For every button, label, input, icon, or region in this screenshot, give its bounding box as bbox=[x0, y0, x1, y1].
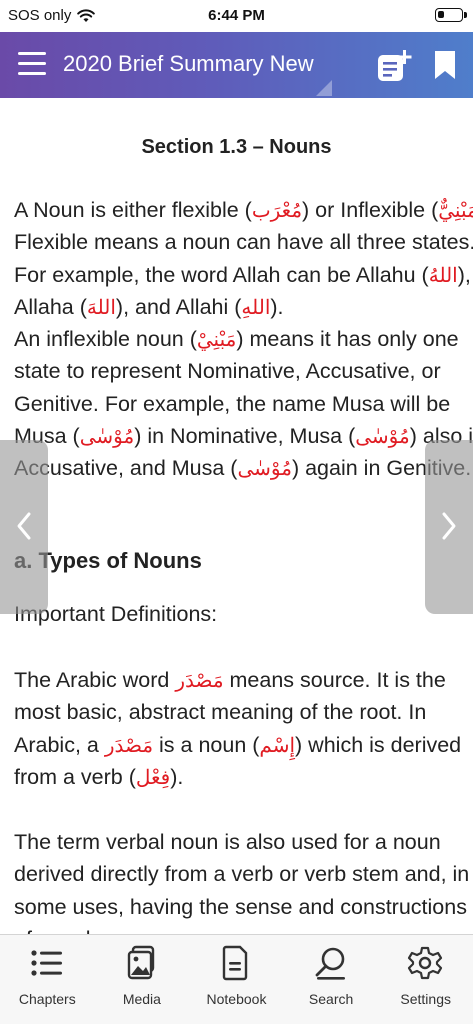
text-line: Flexible means a noun can have all three… bbox=[14, 230, 473, 255]
paragraph-masdar: The Arabic word مَصْدَر means source. It… bbox=[14, 664, 473, 793]
text-line: from a verb (فِعْل). bbox=[14, 764, 184, 789]
app-header: 2020 Brief Summary New bbox=[0, 32, 473, 98]
hamburger-menu-icon[interactable] bbox=[18, 52, 46, 76]
add-note-icon[interactable] bbox=[377, 50, 413, 82]
text-line: Musa (مُوْسٰى) in Nominative, Musa (مُوْ… bbox=[14, 424, 473, 449]
text-line: For example, the word Allah can be Allah… bbox=[14, 262, 471, 287]
text-line: Arabic, a مَصْدَر is a noun (إِسْم) whic… bbox=[14, 732, 462, 757]
text-line: The term verbal noun is also used for a … bbox=[14, 830, 441, 854]
arabic-word: مُوْسٰى bbox=[237, 456, 292, 481]
corner-fold-icon bbox=[316, 80, 332, 96]
arabic-word: مُوْسٰى bbox=[79, 424, 135, 449]
status-time: 6:44 PM bbox=[208, 7, 265, 24]
text-line: An inflexible noun (مَبْنِيْ) means it h… bbox=[14, 327, 459, 352]
paragraph-verbal-noun: The term verbal noun is also used for a … bbox=[14, 826, 473, 934]
notebook-icon bbox=[222, 945, 248, 981]
arabic-word: مَصْدَر bbox=[175, 668, 224, 692]
arabic-word: إِسْم bbox=[259, 732, 296, 757]
arabic-word: مُعْرَب bbox=[251, 198, 303, 222]
text-line: state to represent Nominative, Accusativ… bbox=[14, 359, 441, 384]
arabic-word: فِعْل bbox=[135, 764, 171, 789]
tab-notebook[interactable]: Notebook bbox=[189, 935, 284, 1024]
tab-search[interactable]: Search bbox=[284, 935, 379, 1024]
status-bar: SOS only 6:44 PM bbox=[0, 0, 473, 32]
arabic-word: اللهَ bbox=[86, 294, 116, 319]
important-definitions-label: Important Definitions: bbox=[14, 602, 218, 626]
section-title: Section 1.3 – Nouns bbox=[141, 136, 332, 158]
text-line: of a verb. bbox=[14, 923, 473, 934]
arabic-word: مَبْنِيٌّ bbox=[438, 198, 473, 222]
chevron-left-icon bbox=[17, 512, 31, 540]
battery-level bbox=[438, 11, 444, 18]
header-title: 2020 Brief Summary New bbox=[63, 51, 314, 76]
tab-settings[interactable]: Settings bbox=[378, 935, 473, 1024]
tab-chapters[interactable]: Chapters bbox=[0, 935, 95, 1024]
arabic-word: مَصْدَر bbox=[104, 732, 154, 757]
tab-label: Chapters bbox=[18, 991, 76, 1007]
reader-content: Section 1.3 – Nouns A Noun is either fle… bbox=[0, 98, 473, 934]
text-line: The Arabic word مَصْدَر means source. It… bbox=[14, 668, 446, 692]
text-line: derived directly from a verb or verb ste… bbox=[14, 862, 470, 887]
arabic-word: مَبْنِيْ bbox=[196, 327, 237, 352]
gear-icon bbox=[408, 946, 443, 980]
bookmark-icon[interactable] bbox=[434, 50, 456, 80]
tab-label: Search bbox=[308, 991, 354, 1007]
text-line: most basic, abstract meaning of the root… bbox=[14, 700, 427, 725]
arabic-word: اللهُ bbox=[428, 262, 458, 287]
previous-page-button[interactable] bbox=[0, 440, 48, 614]
tab-label: Media bbox=[122, 991, 161, 1007]
text-line: Accusative, and Musa (مُوْسٰى) again in … bbox=[14, 456, 472, 481]
chevron-right-icon bbox=[442, 512, 456, 540]
bottom-tab-bar: Chapters Media Notebook Search Settings bbox=[0, 934, 473, 1024]
search-icon bbox=[315, 947, 345, 980]
media-gallery-icon bbox=[127, 945, 154, 980]
text-line: Genitive. For example, the name Musa wil… bbox=[14, 391, 451, 416]
tab-label: Notebook bbox=[206, 991, 267, 1007]
text-line: Allaha (اللهَ), and Allahi (اللهِ). bbox=[14, 294, 284, 319]
tab-label: Settings bbox=[400, 991, 451, 1007]
arabic-word: اللهِ bbox=[241, 294, 271, 319]
battery-icon bbox=[435, 8, 467, 22]
text-line: some uses, having the sense and construc… bbox=[14, 894, 467, 919]
paragraph-flexible-nouns: A Noun is either flexible (مُعْرَب) or I… bbox=[14, 194, 473, 485]
next-page-button[interactable] bbox=[425, 440, 473, 614]
arabic-word: مُوْسٰى bbox=[355, 424, 410, 449]
text-line: A Noun is either flexible (مُعْرَب) or I… bbox=[14, 194, 473, 226]
list-icon bbox=[31, 950, 62, 976]
tab-media[interactable]: Media bbox=[95, 935, 190, 1024]
